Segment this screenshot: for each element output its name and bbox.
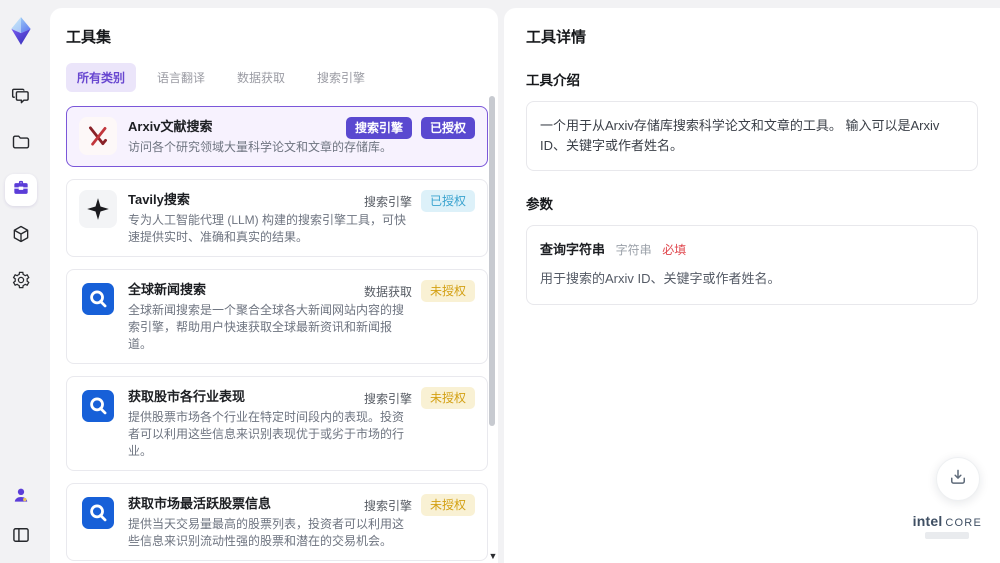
param-header: 查询字符串 字符串 必填 <box>540 240 964 260</box>
status-badge: 已授权 <box>420 190 475 212</box>
category-badge: 搜索引擎 <box>345 117 412 139</box>
scrollbar-thumb[interactable] <box>489 96 495 426</box>
intel-core-logo: intel CORE <box>913 513 982 539</box>
param-description: 用于搜索的Arxiv ID、关键字或作者姓名。 <box>540 271 781 287</box>
scroll-down-icon[interactable]: ▼ <box>488 551 498 561</box>
tool-description: 提供股票市场各个行业在特定时间段内的表现。投资者可以利用这些信息来识别表现优于或… <box>128 410 405 458</box>
folder-icon <box>11 132 31 157</box>
chat-icon <box>11 86 31 111</box>
tab-语言翻译[interactable]: 语言翻译 <box>146 63 216 92</box>
detail-title: 工具详情 <box>526 29 587 46</box>
search-q-icon <box>79 494 117 532</box>
intro-heading: 工具介绍 <box>526 73 580 88</box>
tool-badges: 搜索引擎 未授权 <box>364 387 475 409</box>
tool-description: 专为人工智能代理 (LLM) 构建的搜索引擎工具，可快速提供实时、准确和真实的结… <box>128 213 407 244</box>
search-q-icon <box>79 280 117 318</box>
category-badge: 搜索引擎 <box>363 391 412 406</box>
tool-badges: 搜索引擎 未授权 <box>364 494 475 516</box>
tool-card[interactable]: 获取市场最活跃股票信息 提供当天交易量最高的股票列表，投资者可以利用这些信息来识… <box>66 483 488 561</box>
status-badge: 未授权 <box>420 494 475 516</box>
cube-icon <box>11 224 31 249</box>
status-badge: 未授权 <box>420 387 475 409</box>
tool-description: 提供当天交易量最高的股票列表，投资者可以利用这些信息来识别流动性强的股票和潜在的… <box>128 517 405 548</box>
tab-数据获取[interactable]: 数据获取 <box>226 63 296 92</box>
param-type: 字符串 <box>615 243 652 258</box>
sidebar-item-account[interactable] <box>5 481 37 513</box>
params-heading: 参数 <box>526 197 553 213</box>
tool-badges: 搜索引擎 已授权 <box>345 117 475 139</box>
category-badge: 搜索引擎 <box>363 194 412 209</box>
scrollbar[interactable] <box>489 94 495 545</box>
tool-description: 全球新闻搜索是一个聚合全球各大新闻网站内容的搜索引擎，帮助用户快速获取全球最新资… <box>128 303 405 351</box>
page-title: 工具集 <box>66 29 112 46</box>
sidebar-item-plugins[interactable] <box>5 220 37 252</box>
arxiv-logo-icon <box>79 117 117 155</box>
tool-detail-panel: 工具详情 工具介绍 一个用于从Arxiv存储库搜索科学论文和文章的工具。 输入可… <box>504 8 1000 563</box>
tab-所有类别[interactable]: 所有类别 <box>66 63 137 92</box>
collapse-panel-icon <box>11 525 31 550</box>
param-box: 查询字符串 字符串 必填 用于搜索的Arxiv ID、关键字或作者姓名。 <box>526 225 978 305</box>
search-q-icon <box>79 387 117 425</box>
sidebar-item-settings[interactable] <box>5 266 37 298</box>
tool-description: 访问各个研究领域大量科学论文和文章的存储库。 <box>128 140 393 154</box>
app-sidebar <box>0 0 42 563</box>
tool-badges: 数据获取 未授权 <box>364 280 475 302</box>
tool-badges: 搜索引擎 已授权 <box>364 190 475 212</box>
user-icon <box>11 485 31 510</box>
sidebar-item-tools[interactable] <box>5 174 37 206</box>
intro-box: 一个用于从Arxiv存储库搜索科学论文和文章的工具。 输入可以是Arxiv ID… <box>526 101 978 172</box>
tool-list-panel: 工具集 所有类别 语言翻译 数据获取 搜索引擎 Arxiv文献搜索 访问各个研究领域大… <box>50 8 498 563</box>
category-tabs: 所有类别 语言翻译 数据获取 搜索引擎 <box>66 63 484 92</box>
core-wordmark: CORE <box>945 517 982 529</box>
status-badge: 未授权 <box>420 280 475 302</box>
star-icon <box>79 190 117 228</box>
sidebar-item-collapse[interactable] <box>5 521 37 553</box>
category-badge: 搜索引擎 <box>363 498 412 513</box>
download-button[interactable] <box>936 457 980 501</box>
category-badge: 数据获取 <box>363 284 412 299</box>
sidebar-item-files[interactable] <box>5 128 37 160</box>
intro-text: 一个用于从Arxiv存储库搜索科学论文和文章的工具。 输入可以是Arxiv ID… <box>540 118 940 154</box>
tool-card[interactable]: 全球新闻搜索 全球新闻搜索是一个聚合全球各大新闻网站内容的搜索引擎，帮助用户快速… <box>66 269 488 364</box>
tool-list: Arxiv文献搜索 访问各个研究领域大量科学论文和文章的存储库。 搜索引擎 已授… <box>66 106 488 563</box>
sidebar-item-chat[interactable] <box>5 82 37 114</box>
status-badge: 已授权 <box>420 117 475 139</box>
brand-strip <box>925 532 970 539</box>
tool-card[interactable]: 获取股市各行业表现 提供股票市场各个行业在特定时间段内的表现。投资者可以利用这些… <box>66 376 488 471</box>
intel-wordmark: intel <box>912 513 943 529</box>
tool-card[interactable]: Tavily搜索 专为人工智能代理 (LLM) 构建的搜索引擎工具，可快速提供实… <box>66 179 488 257</box>
tool-card[interactable]: Arxiv文献搜索 访问各个研究领域大量科学论文和文章的存储库。 搜索引擎 已授… <box>66 106 488 167</box>
param-name: 查询字符串 <box>540 242 606 258</box>
toolbox-icon <box>11 178 31 203</box>
app-logo-icon[interactable] <box>4 12 38 50</box>
param-required-badge: 必填 <box>662 243 687 258</box>
tab-搜索引擎[interactable]: 搜索引擎 <box>306 63 376 92</box>
download-icon <box>948 467 968 492</box>
gear-icon <box>11 270 31 295</box>
